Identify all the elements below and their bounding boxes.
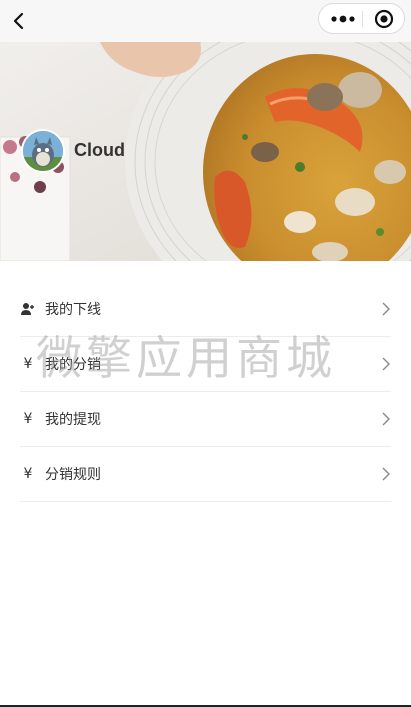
menu-item-my-distribution[interactable]: ¥ 我的分销 [20,337,391,392]
menu-item-label: 分销规则 [45,467,101,483]
chevron-right-icon [382,302,390,316]
back-button[interactable] [4,6,34,36]
yen-icon: ¥ [23,466,33,482]
profile-banner: Cloud [0,42,411,261]
close-mini-program-button[interactable] [367,4,401,33]
user-plus-icon [20,301,36,317]
menu-item-label: 我的下线 [45,302,101,318]
target-circle-icon [374,9,394,28]
menu-item-distribution-rules[interactable]: ¥ 分销规则 [20,447,391,502]
menu-item-label: 我的提现 [45,412,101,428]
capsule-divider [362,11,363,27]
user-avatar[interactable] [21,129,65,173]
chevron-right-icon [382,357,390,371]
username: Cloud [74,140,125,160]
yen-icon: ¥ [23,356,33,372]
menu-item-my-withdrawal[interactable]: ¥ 我的提现 [20,392,391,447]
chevron-right-icon [382,412,390,426]
yen-icon: ¥ [23,411,33,427]
more-dots-icon [331,15,355,22]
menu-item-label: 我的分销 [45,357,101,373]
totoro-avatar-icon [23,131,63,171]
more-button[interactable] [328,4,358,33]
top-nav-bar [0,0,411,42]
back-chevron-icon [13,12,24,30]
mini-program-capsule [318,3,405,34]
distribution-menu: 我的下线 ¥ 我的分销 ¥ 我的提现 ¥ 分销规则 [20,282,391,502]
menu-item-my-downline[interactable]: 我的下线 [20,282,391,337]
chevron-right-icon [382,467,390,481]
